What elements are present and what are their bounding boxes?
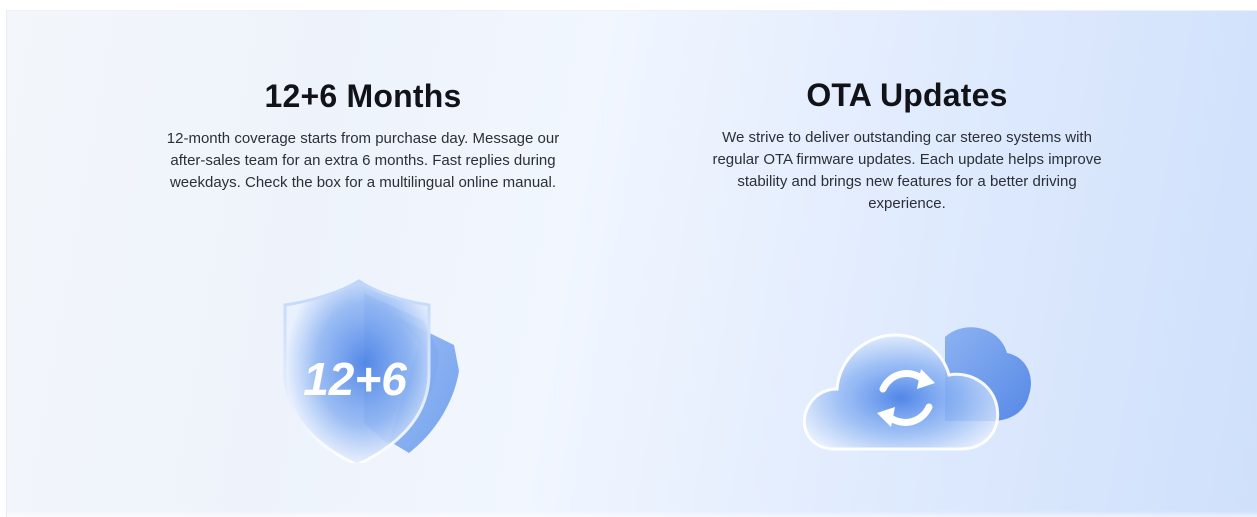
section-bottom-fade [7,511,1257,517]
shield-icon: 12+6 [269,273,469,467]
feature-card-warranty: 12+6 Months 12-month coverage starts fro… [153,11,573,194]
cloud-sync-icon [795,309,1035,459]
feature-title: 12+6 Months [264,78,462,114]
feature-description: We strive to deliver outstanding car ste… [712,129,1102,212]
feature-section: 12+6 Months 12-month coverage starts fro… [6,10,1257,517]
feature-card-ota: OTA Updates We strive to deliver outstan… [697,11,1117,215]
feature-description: 12-month coverage starts from purchase d… [166,130,560,191]
svg-text:12+6: 12+6 [303,353,407,405]
feature-title: OTA Updates [806,77,1008,113]
